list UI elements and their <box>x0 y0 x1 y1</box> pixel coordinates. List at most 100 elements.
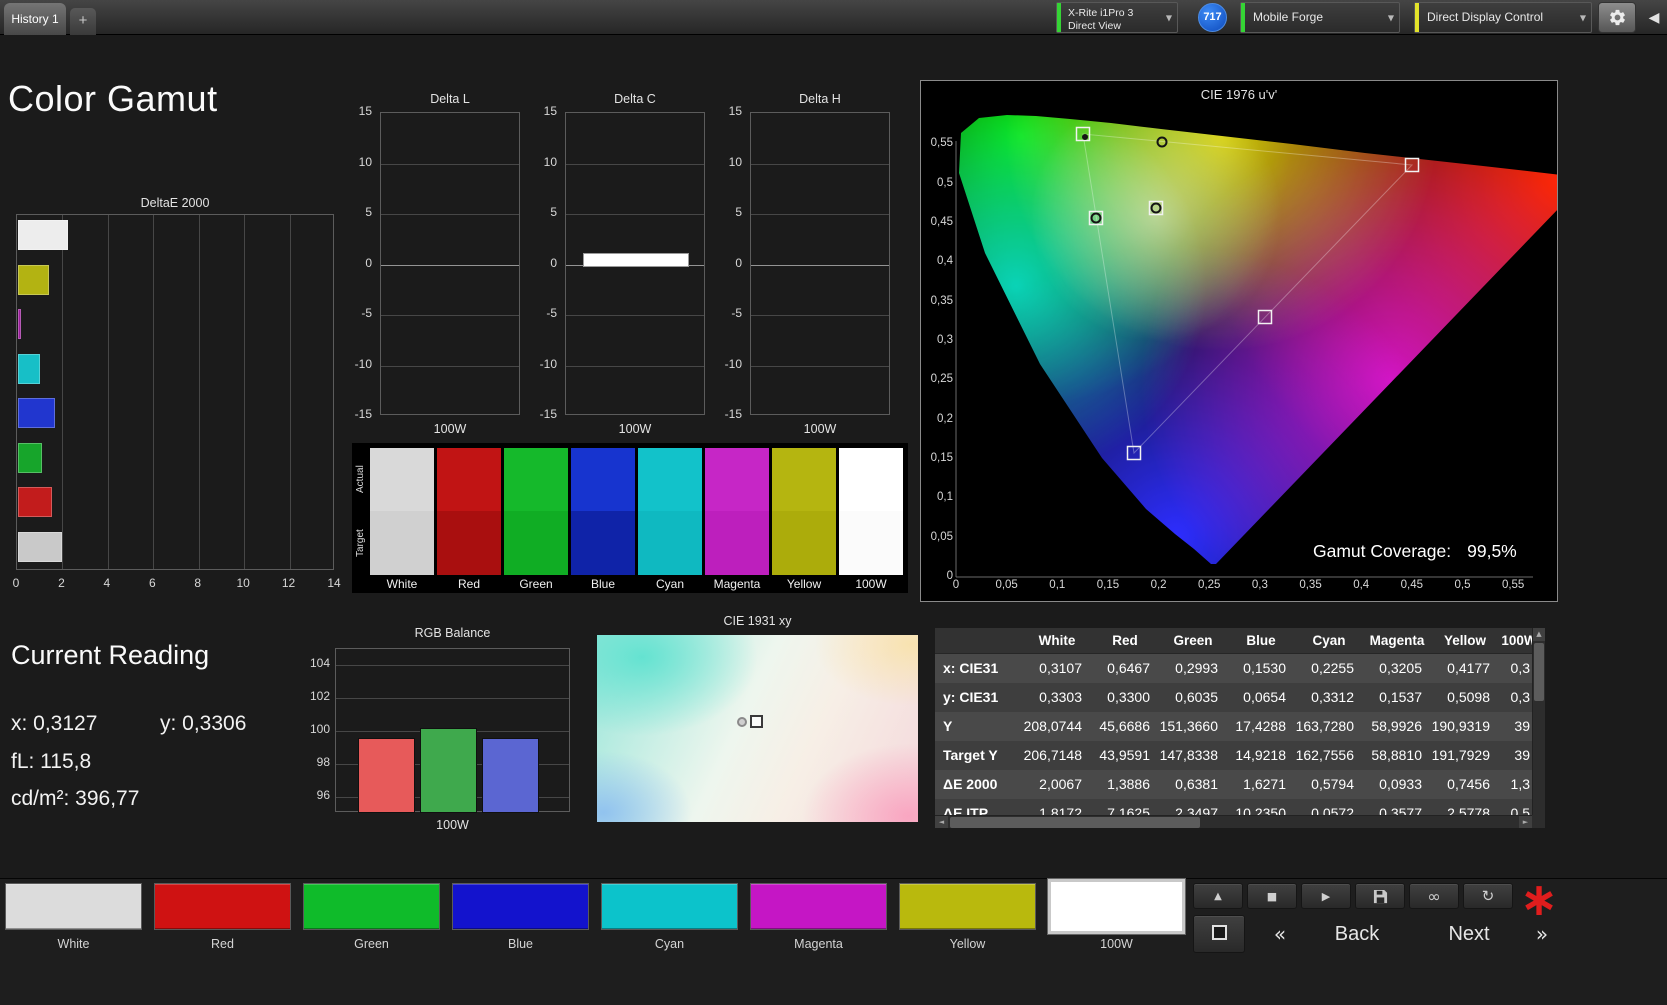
section-title: Current Reading <box>11 640 210 670</box>
gridline <box>751 163 889 165</box>
patch-red[interactable] <box>154 883 291 930</box>
display-control-dropdown[interactable]: Direct Display Control ▼ <box>1414 2 1592 33</box>
refresh-button[interactable]: ↻ <box>1463 883 1513 909</box>
meter-count-badge: 717 <box>1198 3 1227 32</box>
save-button[interactable] <box>1355 883 1405 909</box>
table-horizontal-scrollbar[interactable]: ◄ ► <box>935 815 1532 828</box>
back-button[interactable]: Back <box>1304 917 1410 951</box>
chart-plot-area <box>565 112 705 415</box>
y-tick-label: 0,2 <box>937 412 953 425</box>
swatch-actual-100w <box>839 448 903 511</box>
patch-cyan[interactable] <box>601 883 738 930</box>
row-label: Target Y <box>943 747 998 763</box>
x-tick-label: 4 <box>103 576 111 590</box>
swatch-target-blue <box>571 511 635 575</box>
table-cell: 151,3660 <box>1159 718 1218 734</box>
table-vertical-scrollbar[interactable]: ▲ <box>1532 628 1545 815</box>
table-cell: 191,7929 <box>1431 747 1490 763</box>
patch-label-100w: 100W <box>1100 937 1133 951</box>
scroll-left-icon[interactable]: ◄ <box>935 816 948 828</box>
patch-blue[interactable] <box>452 883 589 930</box>
gridline <box>381 315 519 316</box>
loop-button[interactable]: ∞ <box>1409 883 1459 909</box>
row-label: ΔE 2000 <box>943 776 998 792</box>
source-name: Mobile Forge <box>1253 10 1324 24</box>
swatch-actual-magenta <box>705 448 769 511</box>
next-button[interactable]: Next <box>1418 917 1520 951</box>
x-axis-label: 100W <box>436 818 469 832</box>
patch-white[interactable] <box>5 883 142 930</box>
scroll-right-icon[interactable]: ► <box>1519 816 1532 828</box>
collapse-panel-button[interactable]: ◀ <box>1644 8 1664 28</box>
y-tick-label: 0 <box>550 255 557 270</box>
y-tick-label: -10 <box>539 356 557 371</box>
settings-button[interactable] <box>1598 2 1636 33</box>
y-tick-label: -15 <box>539 407 557 421</box>
chevron-down-icon: ▼ <box>1387 13 1394 22</box>
x-tick-label: 0 <box>952 579 960 591</box>
scroll-up-icon[interactable]: ▲ <box>1533 628 1545 641</box>
swatch-target-cyan <box>638 511 702 575</box>
y-tick-label: 0,15 <box>930 451 953 464</box>
table-cell: 0,4177 <box>1447 660 1490 676</box>
scrollbar-thumb[interactable] <box>950 817 1200 828</box>
patch-yellow[interactable] <box>899 883 1036 930</box>
y-tick-label: 0,35 <box>930 294 953 307</box>
table-cell: 45,6686 <box>1099 718 1150 734</box>
deltae2000-chart: DeltaE 2000 0 2 4 6 8 10 12 14 <box>13 196 341 596</box>
next-arrow-button[interactable]: » <box>1522 917 1562 951</box>
swatch-actual-red <box>437 448 501 511</box>
back-arrow-button[interactable]: « <box>1258 917 1302 951</box>
delta-chart-delta-h: Delta H 15 10 5 0 -5 -10 -15 100W <box>710 92 892 442</box>
y-tick-label: -10 <box>724 356 742 371</box>
swatch-actual-yellow <box>772 448 836 511</box>
gridline <box>289 215 291 569</box>
gamut-coverage: Gamut Coverage: 99,5% <box>1313 541 1517 562</box>
x-tick-label: 0,55 <box>1501 579 1525 591</box>
play-button[interactable]: ▶ <box>1301 883 1351 909</box>
y-tick-label: 15 <box>728 104 742 118</box>
y-tick-label: -10 <box>354 356 372 371</box>
y-tick-label: 15 <box>543 104 557 118</box>
history-tab[interactable]: History 1 <box>4 3 66 35</box>
target-point-marker <box>750 715 763 728</box>
patch-label-cyan: Cyan <box>654 937 685 951</box>
actual-target-swatches: Actual Target White Red Green Blue Cyan Magenta… <box>352 443 908 593</box>
meter-text: X-Rite i1Pro 3 Direct View <box>1057 4 1133 33</box>
page-up-button[interactable]: ▲ <box>1193 883 1243 909</box>
chevron-down-icon: ▼ <box>1165 13 1172 22</box>
add-tab-button[interactable]: + <box>70 8 96 35</box>
deltae-bar-red <box>18 487 53 517</box>
table-cell: 147,8338 <box>1159 747 1218 763</box>
row-label: Y <box>943 718 953 734</box>
stop-button[interactable]: ■ <box>1247 883 1297 909</box>
delta-chart-delta-l: Delta L 15 10 5 0 -5 -10 -15 100W <box>340 92 522 442</box>
chart-plot-area <box>335 648 570 813</box>
patch-100w[interactable] <box>1048 879 1185 934</box>
gridline <box>566 315 704 316</box>
gridline <box>751 264 889 266</box>
gridline <box>381 214 519 215</box>
swatch-label: Magenta <box>713 577 761 591</box>
deltae-bar-yellow <box>18 264 49 295</box>
scrollbar-thumb[interactable] <box>1534 643 1544 701</box>
patch-label-blue: Blue <box>507 937 534 951</box>
patch-label-green: Green <box>354 937 389 951</box>
chart-title: DeltaE 2000 <box>140 196 210 210</box>
meter-dropdown[interactable]: X-Rite i1Pro 3 Direct View ▼ <box>1056 2 1178 33</box>
table-row-5: ΔE 2000 2,0067 1,3886 0,6381 1,6271 0,5794 0,0… <box>935 770 1545 799</box>
y-tick-label: 0,4 <box>937 255 953 268</box>
pattern-window-button[interactable] <box>1193 915 1245 953</box>
table-cell: 0,0933 <box>1379 776 1422 792</box>
source-dropdown[interactable]: Mobile Forge ▼ <box>1240 2 1400 33</box>
table-cell: 0,1530 <box>1243 660 1286 676</box>
table-cell: 0,2255 <box>1311 660 1354 676</box>
x-tick-label: 8 <box>194 576 202 590</box>
swatch-row-label-actual: Actual <box>355 465 366 494</box>
patch-magenta[interactable] <box>750 883 887 930</box>
column-header-white: White <box>1038 633 1076 648</box>
patch-green[interactable] <box>303 883 440 930</box>
swatch-label: White <box>386 577 418 591</box>
table-cell: 14,9218 <box>1235 747 1286 763</box>
y-tick-label: -5 <box>546 306 557 320</box>
